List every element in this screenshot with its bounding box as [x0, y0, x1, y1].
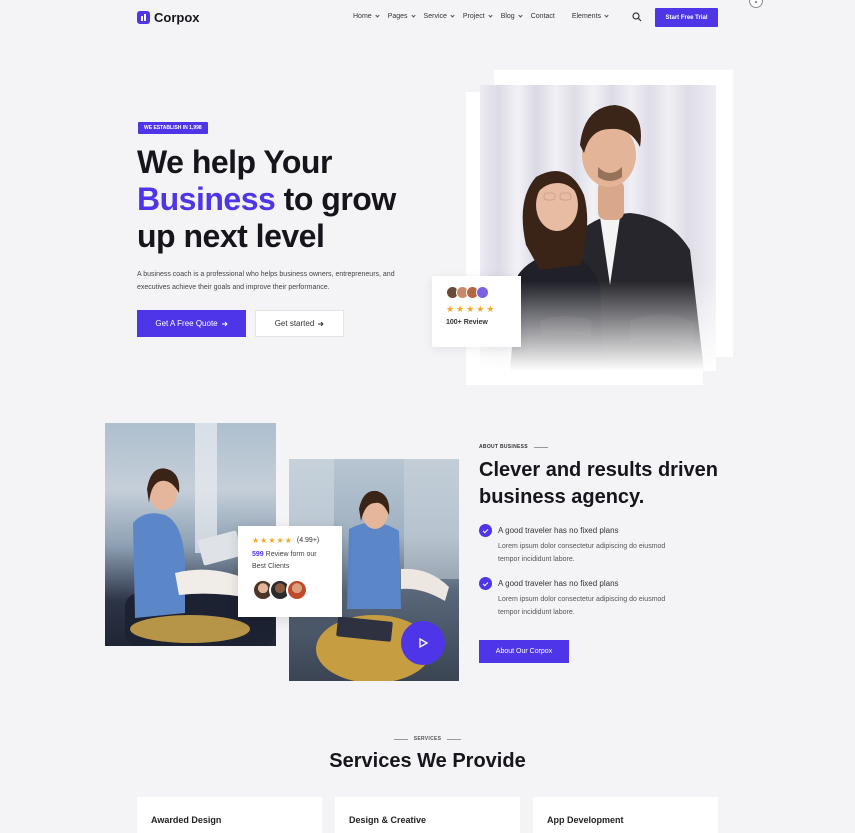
- chevron-down-icon: [450, 13, 455, 18]
- review-count: 599: [252, 551, 264, 558]
- nav-item-label: Blog: [500, 13, 515, 20]
- feature-item: A good traveler has no fixed plans Lorem…: [479, 577, 668, 619]
- nav-item-project[interactable]: Project: [462, 13, 493, 20]
- chevron-down-icon: [488, 13, 493, 18]
- about-title: Clever and results driven business agenc…: [479, 459, 718, 508]
- service-card-title: Awarded Design: [151, 815, 222, 825]
- logo-text: Corpox: [154, 10, 200, 25]
- hero-title: We help Your Business to grow up next le…: [137, 144, 396, 255]
- start-free-trial-button[interactable]: Start Free Trial: [655, 8, 718, 27]
- main-nav: Home Pages Service Project Blog Contact …: [353, 13, 609, 20]
- check-icon: [479, 524, 492, 537]
- reviewer-avatars: [446, 286, 507, 299]
- client-rating-card: ★★★★★ (4.99+) 599 Review form our Best C…: [238, 526, 342, 617]
- established-badge: WE ESTABLISH IN 1,998: [138, 122, 208, 134]
- nav-item-label: Home: [353, 13, 372, 20]
- eyebrow-label: SERVICES: [413, 736, 442, 742]
- eyebrow-line: [393, 738, 408, 740]
- nav-item-label: Service: [423, 13, 447, 20]
- play-video-button[interactable]: [401, 621, 445, 665]
- rating-text: 599 Review form our Best Clients: [252, 549, 328, 573]
- feature-description: Lorem ipsum dolor consectetur adipiscing…: [498, 596, 666, 616]
- nav-item-pages[interactable]: Pages: [387, 13, 416, 20]
- service-card-title: Design & Creative: [349, 815, 427, 825]
- nav-item-service[interactable]: Service: [423, 13, 455, 20]
- services-title: Services We Provide: [329, 750, 526, 772]
- nav-item-label: Pages: [387, 13, 408, 20]
- review-card: ★★★★★ 100+ Review: [432, 276, 521, 347]
- chevron-down-icon: [604, 13, 609, 18]
- nav-item-label: Contact: [530, 13, 555, 20]
- star-rating: ★★★★★: [446, 304, 497, 314]
- chevron-down-icon: [410, 13, 416, 18]
- settings-icon[interactable]: [749, 0, 763, 8]
- rating-score: (4.99+): [296, 537, 320, 544]
- button-label: Get started: [274, 319, 315, 328]
- feature-title: A good traveler has no fixed plans: [498, 526, 619, 535]
- hero-title-line: We help Your: [137, 144, 332, 180]
- service-card[interactable]: Awarded Design: [137, 797, 322, 833]
- nav-item-blog[interactable]: Blog: [500, 13, 523, 20]
- arrow-right-icon: [318, 321, 324, 326]
- service-card[interactable]: App Development: [533, 797, 718, 833]
- service-card-title: App Development: [547, 815, 624, 825]
- eyebrow-label: ABOUT BUSINESS: [479, 444, 528, 450]
- hero-description: A business coach is a professional who h…: [137, 271, 395, 291]
- feature-item: A good traveler has no fixed plans Lorem…: [479, 524, 668, 566]
- star-rating: ★★★★★: [252, 536, 293, 545]
- nav-item-elements[interactable]: Elements: [571, 13, 609, 20]
- eyebrow-line: [533, 446, 548, 448]
- about-eyebrow: ABOUT BUSINESS: [479, 444, 548, 450]
- review-count: 100+ Review: [446, 319, 488, 326]
- chevron-down-icon: [375, 13, 380, 18]
- eyebrow-line: [447, 738, 462, 740]
- play-icon: [419, 637, 429, 649]
- chevron-down-icon: [518, 13, 523, 18]
- service-card[interactable]: Design & Creative: [335, 797, 520, 833]
- get-started-button[interactable]: Get started: [255, 310, 344, 337]
- arrow-right-icon: [221, 321, 228, 326]
- button-label: Get A Free Quote: [155, 319, 218, 328]
- get-quote-button[interactable]: Get A Free Quote: [137, 310, 246, 337]
- nav-item-label: Project: [462, 13, 485, 20]
- hero-title-line: to grow: [275, 181, 397, 217]
- nav-item-home[interactable]: Home: [353, 13, 380, 20]
- rating-row: ★★★★★ (4.99+): [252, 536, 328, 545]
- avatar: [286, 579, 308, 601]
- about-corpox-button[interactable]: About Our Corpox: [479, 640, 569, 663]
- hero-title-accent: Business: [137, 181, 276, 217]
- nav-item-label: Elements: [571, 13, 602, 20]
- services-eyebrow: SERVICES: [0, 736, 855, 742]
- hero-title-line: up next level: [137, 218, 325, 254]
- search-icon[interactable]: [632, 12, 642, 22]
- nav-item-contact[interactable]: Contact: [531, 13, 555, 20]
- check-icon: [479, 577, 492, 590]
- client-avatars: [252, 579, 328, 601]
- feature-description: Lorem ipsum dolor consectetur adipiscing…: [498, 543, 666, 563]
- feature-title: A good traveler has no fixed plans: [498, 579, 619, 588]
- avatar: [476, 286, 489, 299]
- logo[interactable]: Corpox: [137, 10, 200, 25]
- logo-icon: [137, 11, 150, 24]
